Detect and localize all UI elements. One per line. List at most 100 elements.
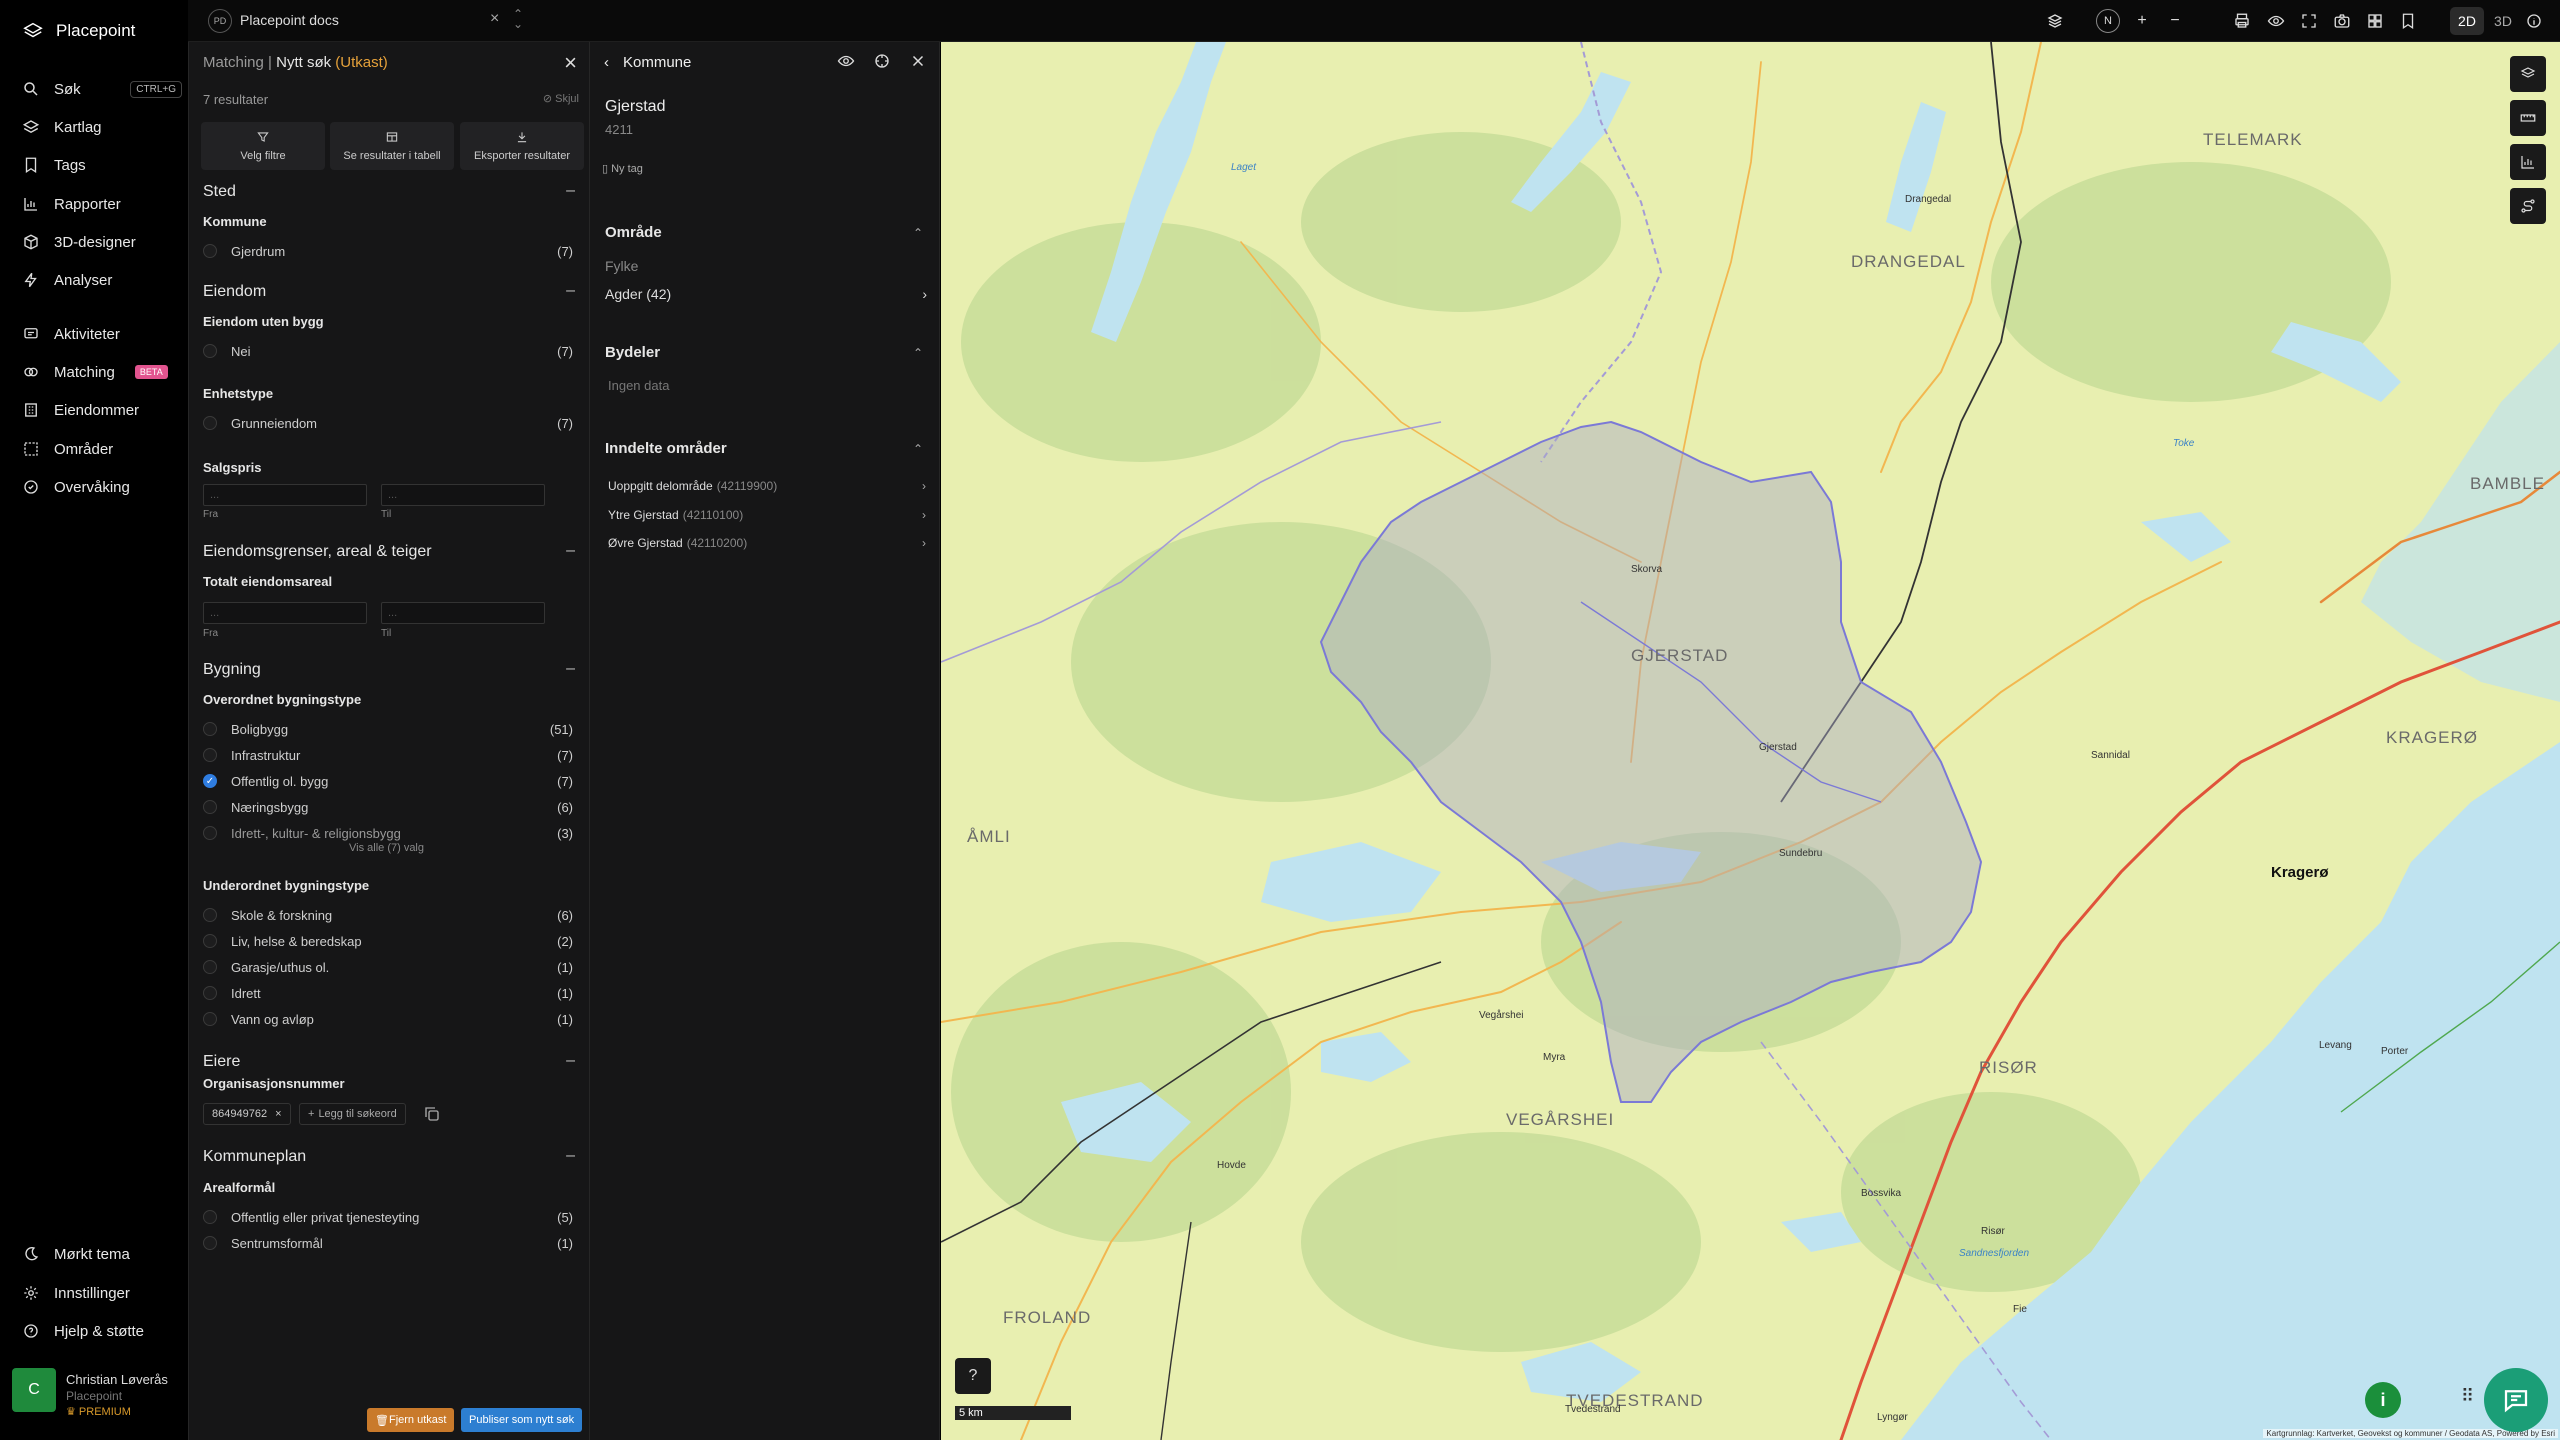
section-title-bydeler[interactable]: Bydeler (605, 344, 660, 361)
camera-icon[interactable] (2332, 11, 2352, 31)
chat-button[interactable] (2484, 1368, 2548, 1432)
user-card[interactable]: C Christian Løverås Placepoint ♛ PREMIUM (12, 1368, 182, 1424)
filter-option[interactable]: Skole & forskning (6) (203, 904, 573, 926)
checkbox[interactable] (203, 748, 217, 762)
info-button[interactable]: i (2365, 1382, 2401, 1418)
checkbox-checked[interactable]: ✓ (203, 774, 217, 788)
checkbox[interactable] (203, 1236, 217, 1250)
checkbox[interactable] (203, 722, 217, 736)
checkbox[interactable] (203, 244, 217, 258)
chevron-up-icon[interactable]: ⌃ (913, 346, 923, 360)
layers-stack-icon[interactable] (2045, 11, 2065, 31)
nav-item-dark-theme[interactable]: Mørkt tema (22, 1241, 182, 1267)
zoom-in-icon[interactable]: + (2132, 11, 2152, 31)
target-icon[interactable] (873, 52, 891, 70)
filter-option[interactable]: Garasje/uthus ol. (1) (203, 956, 573, 978)
nav-item-matching[interactable]: Matching BETA (22, 359, 182, 385)
chevron-up-icon[interactable]: ⌃ (913, 442, 923, 456)
filter-option[interactable]: Idrett-, kultur- & religionsbygg (3) (203, 822, 573, 844)
copy-icon[interactable] (423, 1105, 441, 1123)
nav-item-eiendommer[interactable]: Eiendommer (22, 397, 182, 423)
filter-option[interactable]: ✓ Offentlig ol. bygg (7) (203, 770, 573, 792)
section-title-inndelte[interactable]: Inndelte områder (605, 440, 727, 457)
compass-north-icon[interactable]: N (2096, 9, 2120, 33)
filter-option[interactable]: Næringsbygg (6) (203, 796, 573, 818)
fullscreen-icon[interactable] (2299, 11, 2319, 31)
checkbox[interactable] (203, 960, 217, 974)
map-help-button[interactable]: ? (955, 1358, 991, 1394)
collapse-icon[interactable]: – (566, 660, 575, 678)
filter-option[interactable]: Liv, helse & beredskap (2) (203, 930, 573, 952)
add-keyword-button[interactable]: + Legg til søkeord (299, 1103, 406, 1125)
area-to-input[interactable]: ... (381, 602, 545, 624)
close-icon[interactable] (909, 52, 927, 70)
section-title-eiendom[interactable]: Eiendom (203, 283, 266, 301)
close-icon[interactable]: × (275, 1108, 281, 1120)
filter-option[interactable]: Sentrumsformål (1) (203, 1232, 573, 1254)
nav-item-aktiviteter[interactable]: Aktiviteter (22, 321, 182, 347)
collapse-icon[interactable]: – (566, 282, 575, 300)
filter-option[interactable]: Nei (7) (203, 340, 573, 362)
close-icon[interactable]: × (564, 50, 577, 76)
print-icon[interactable] (2232, 11, 2252, 31)
filter-option[interactable]: Vann og avløp (1) (203, 1008, 573, 1030)
table-view-button[interactable]: Se resultater i tabell (330, 122, 454, 170)
filter-option[interactable]: Grunneiendom (7) (203, 412, 573, 434)
checkbox[interactable] (203, 908, 217, 922)
map-tool-draw[interactable] (2510, 56, 2546, 92)
checkbox[interactable] (203, 986, 217, 1000)
export-button[interactable]: Eksporter resultater (460, 122, 584, 170)
drag-handle-icon[interactable]: ⠿ (2461, 1386, 2474, 1407)
publish-button[interactable]: Publiser som nytt søk (461, 1408, 583, 1432)
checkbox[interactable] (203, 1210, 217, 1224)
eye-icon[interactable] (2266, 11, 2286, 31)
fylke-row[interactable]: Agder (42) › (605, 286, 927, 302)
show-all-link[interactable]: Vis alle (7) valg (349, 842, 424, 854)
checkbox[interactable] (203, 416, 217, 430)
collapse-icon[interactable]: – (566, 542, 575, 560)
filter-option[interactable]: Idrett (1) (203, 982, 573, 1004)
eye-icon[interactable] (837, 52, 855, 70)
nav-item-settings[interactable]: Innstillinger (22, 1280, 182, 1306)
nav-item-kartlag[interactable]: Kartlag (22, 114, 182, 140)
workspace-name[interactable]: Placepoint docs (240, 12, 339, 28)
list-item[interactable]: Uoppgitt delområde (42119900) › (608, 479, 926, 493)
nav-item-omrader[interactable]: Områder (22, 436, 182, 462)
map-tool-measure[interactable] (2510, 100, 2546, 136)
mode-2d-button[interactable]: 2D (2450, 7, 2484, 35)
bookmark-icon[interactable] (2398, 11, 2418, 31)
hide-button[interactable]: ⊘ Skjul (543, 92, 579, 105)
list-item[interactable]: Øvre Gjerstad (42110200) › (608, 536, 926, 550)
checkbox[interactable] (203, 934, 217, 948)
info-icon[interactable] (2524, 11, 2544, 31)
breadcrumb[interactable]: Matching (203, 54, 264, 71)
nav-item-3d-designer[interactable]: 3D-designer (22, 229, 182, 255)
filter-option[interactable]: Boligbygg (51) (203, 718, 573, 740)
nav-item-rapporter[interactable]: Rapporter (22, 191, 182, 217)
collapse-icon[interactable]: – (566, 1147, 575, 1165)
section-title-eiere[interactable]: Eiere (203, 1053, 240, 1071)
nav-item-help[interactable]: Hjelp & støtte (22, 1318, 182, 1344)
collapse-icon[interactable]: – (566, 182, 575, 200)
back-icon[interactable]: ‹ (604, 54, 609, 71)
keyword-chip[interactable]: 864949762 × (203, 1103, 291, 1125)
filter-option[interactable]: Gjerdrum (7) (203, 240, 573, 262)
filter-option[interactable]: Infrastruktur (7) (203, 744, 573, 766)
list-item[interactable]: Ytre Gjerstad (42110100) › (608, 508, 926, 522)
checkbox[interactable] (203, 826, 217, 840)
map-canvas[interactable]: TELEMARK DRANGEDAL BAMBLE KRAGERØ GJERST… (941, 42, 2560, 1440)
section-title-grenser[interactable]: Eiendomsgrenser, areal & teiger (203, 543, 432, 561)
price-from-input[interactable]: ... (203, 484, 367, 506)
close-icon[interactable]: × (490, 10, 499, 28)
remove-draft-button[interactable]: 🗑 Fjern utkast (367, 1408, 455, 1432)
section-title-kommuneplan[interactable]: Kommuneplan (203, 1148, 306, 1166)
nav-item-overvaking[interactable]: Overvåking (22, 474, 182, 500)
checkbox[interactable] (203, 1012, 217, 1026)
section-title-omrade[interactable]: Område (605, 224, 662, 241)
map-tool-stats[interactable] (2510, 144, 2546, 180)
map-tool-route[interactable] (2510, 188, 2546, 224)
grid-icon[interactable] (2365, 11, 2385, 31)
zoom-out-icon[interactable]: − (2165, 11, 2185, 31)
nav-item-analyser[interactable]: Analyser (22, 267, 182, 293)
filter-option[interactable]: Offentlig eller privat tjenesteyting (5) (203, 1206, 573, 1228)
